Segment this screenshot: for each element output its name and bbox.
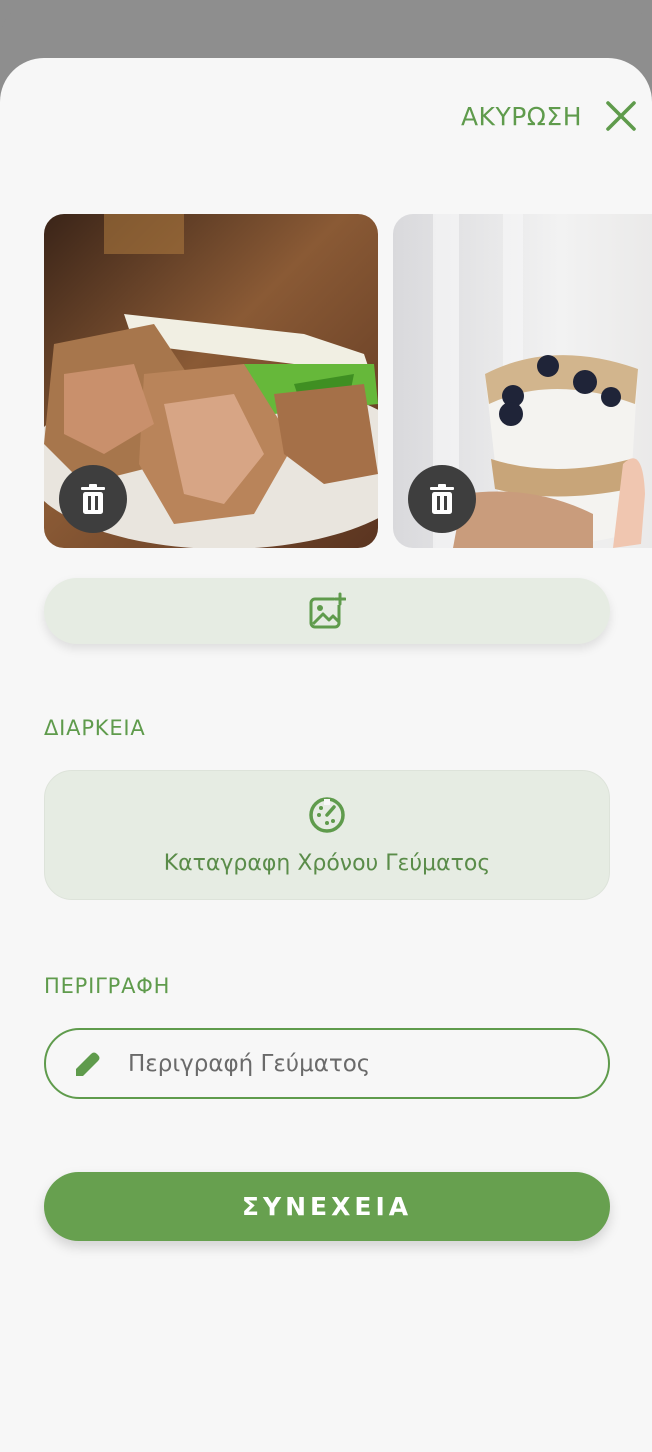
meal-time-recorder-button[interactable]: Καταγραφη Χρόνου Γεύματος [44, 770, 610, 900]
description-input[interactable] [128, 1050, 608, 1077]
trash-icon [81, 484, 105, 514]
cancel-label: ΑΚΥΡΩΣΗ [460, 101, 582, 131]
trash-icon [430, 484, 454, 514]
delete-photo-button[interactable] [59, 465, 127, 533]
photo-carousel[interactable] [44, 214, 652, 548]
description-section-label: ΠΕΡΙΓΡΑΦΗ [44, 974, 171, 998]
add-meal-sheet: ΑΚΥΡΩΣΗ ΔΙΑΡΚΕΙΑ Καταγραφη Χρόνου Γεύματ… [0, 58, 652, 1452]
description-field[interactable] [44, 1028, 610, 1099]
cancel-button[interactable]: ΑΚΥΡΩΣΗ [461, 96, 638, 136]
add-photo-button[interactable] [44, 578, 610, 644]
photo-thumbnail [44, 214, 378, 548]
photo-thumbnail [393, 214, 652, 548]
continue-button[interactable]: ΣΥΝΕΧΕΙΑ [44, 1172, 610, 1241]
duration-section-label: ΔΙΑΡΚΕΙΑ [44, 716, 146, 740]
close-icon[interactable] [604, 99, 638, 133]
delete-photo-button[interactable] [408, 465, 476, 533]
meal-time-recorder-label: Καταγραφη Χρόνου Γεύματος [163, 850, 491, 876]
timer-icon [309, 796, 345, 833]
add-photo-icon [309, 592, 346, 629]
pencil-icon [76, 1052, 100, 1076]
